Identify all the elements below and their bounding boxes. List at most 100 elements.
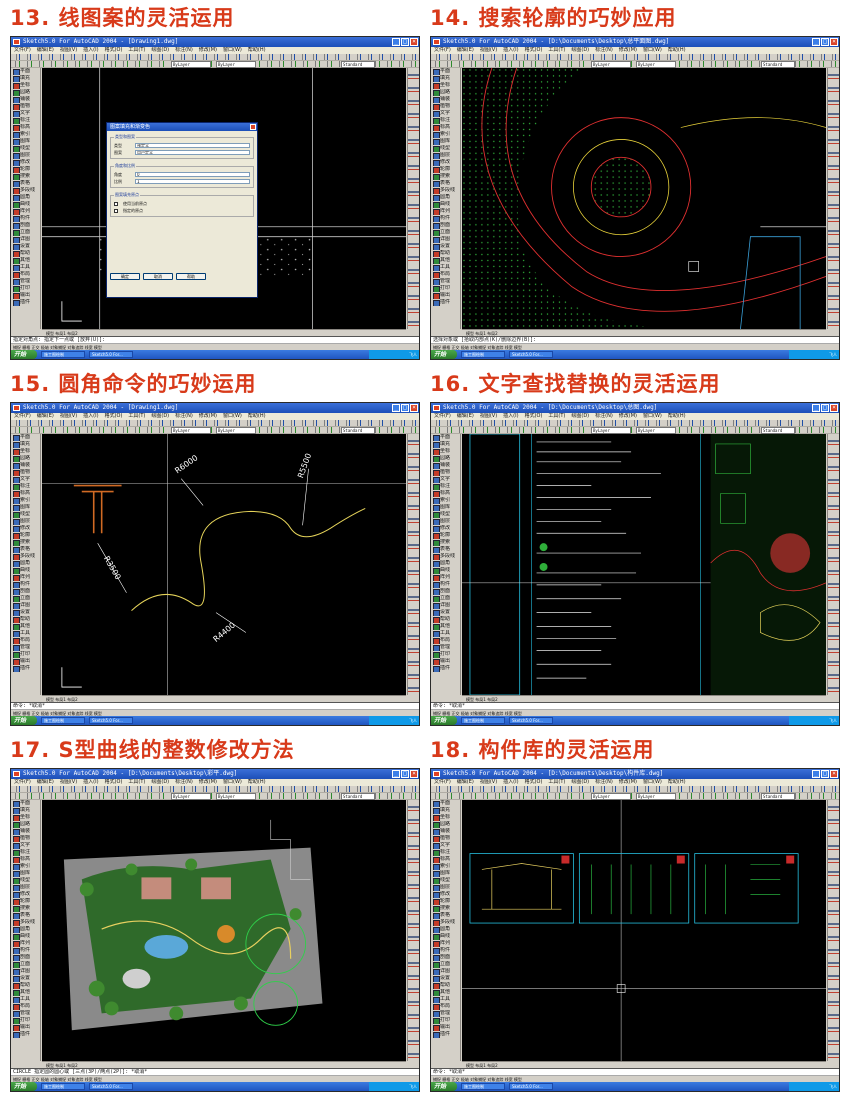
tool-panel-item[interactable]: 设置 (11, 975, 40, 982)
tool-panel-item[interactable]: 修改 (11, 525, 40, 532)
lineweight-combo[interactable]: ByLayer (636, 427, 676, 434)
taskbar-item[interactable]: 施工图绘制 (41, 351, 85, 358)
tool-panel-item[interactable]: 打印 (11, 651, 40, 658)
menu-item[interactable]: 绘图(D) (571, 413, 589, 419)
sketch-tool-panel[interactable]: 平面 填充 坐标 园路 铺装 植物 文字 标注 标高 索引 图库 线型 图层 修改 轮廓 搜索 表格 多段线 圆角曲… (431, 68, 461, 329)
command-line[interactable]: 命令: *取消* (431, 1068, 839, 1075)
tool-panel-item[interactable]: 标注 (11, 117, 40, 124)
tool-panel-item[interactable]: 坐标 (11, 82, 40, 89)
menu-item[interactable]: 绘图(D) (571, 779, 589, 785)
tool-panel-item[interactable]: 立面 (431, 961, 460, 968)
tool-panel-item[interactable]: 线型 (11, 877, 40, 884)
sketch-tool-panel[interactable]: 平面 填充 坐标 园路 铺装 植物 文字 标注 标高 索引 图库 线型 图层 修改 轮廓 搜索 表格 多段线 圆角曲… (431, 434, 461, 695)
tool-panel-item[interactable]: 帮助 (11, 250, 40, 257)
modify-toolbar[interactable] (407, 68, 419, 329)
minimize-icon[interactable]: _ (392, 770, 400, 778)
tool-panel-item[interactable]: 立面 (431, 595, 460, 602)
tool-panel-item[interactable]: 设置 (11, 243, 40, 250)
tool-panel-item[interactable]: 详图 (431, 602, 460, 609)
tool-panel-item[interactable]: 平面 (11, 434, 40, 441)
tool-panel-item[interactable]: 图库 (11, 870, 40, 877)
tool-panel-item[interactable]: 平面 (11, 800, 40, 807)
tool-panel-item[interactable]: 搜索 (431, 173, 460, 180)
maximize-icon[interactable]: □ (401, 404, 409, 412)
tool-panel-item[interactable]: 标注 (431, 117, 460, 124)
tool-panel-item[interactable]: 阵列 (431, 574, 460, 581)
tool-panel-item[interactable]: 其他 (431, 257, 460, 264)
pattern-select[interactable]: 用户定义 (135, 150, 250, 155)
menu-item[interactable]: 插入(I) (83, 47, 98, 53)
tool-panel-item[interactable]: 输出 (11, 1024, 40, 1031)
tool-panel-item[interactable]: 详图 (11, 968, 40, 975)
tool-panel-item[interactable]: 帮助 (431, 616, 460, 623)
tool-panel-item[interactable]: 轮廓 (431, 898, 460, 905)
tool-panel-item[interactable]: 索引 (431, 863, 460, 870)
tool-panel-item[interactable]: 表格 (11, 912, 40, 919)
tool-panel-item[interactable]: 园路 (431, 821, 460, 828)
tool-panel-item[interactable]: 详图 (431, 236, 460, 243)
tool-panel-item[interactable]: 构件 (431, 947, 460, 954)
tool-panel-item[interactable]: 构件 (11, 215, 40, 222)
tool-panel-item[interactable]: 坐标 (431, 814, 460, 821)
textstyle-combo[interactable]: Standard (341, 793, 375, 800)
tool-panel-item[interactable]: 其他 (11, 989, 40, 996)
tool-panel-item[interactable]: 文字 (11, 842, 40, 849)
modify-toolbar[interactable] (827, 434, 839, 695)
linetype-combo[interactable]: ByLayer (171, 793, 211, 800)
tool-panel-item[interactable]: 圆角 (431, 926, 460, 933)
tool-panel-item[interactable]: 曲线 (11, 567, 40, 574)
maximize-icon[interactable]: □ (401, 770, 409, 778)
menu-item[interactable]: 帮助(H) (668, 47, 686, 53)
tool-panel-item[interactable]: 填充 (11, 441, 40, 448)
tool-panel-item[interactable]: 剖面 (11, 588, 40, 595)
tool-panel-item[interactable]: 插件 (11, 1031, 40, 1038)
menu-item[interactable]: 标注(N) (175, 779, 193, 785)
tool-panel-item[interactable]: 布局 (431, 1003, 460, 1010)
start-button[interactable]: 开始 (431, 1082, 457, 1091)
tool-panel-item[interactable]: 多段线 (11, 187, 40, 194)
tool-panel-item[interactable]: 线型 (11, 511, 40, 518)
tool-panel-item[interactable]: 布局 (431, 637, 460, 644)
tool-panel-item[interactable]: 圆角 (11, 560, 40, 567)
start-button[interactable]: 开始 (431, 716, 457, 725)
command-line[interactable]: 指定对角点: 指定下一点或 [放弃(U)]: (11, 336, 419, 343)
minimize-icon[interactable]: _ (392, 38, 400, 46)
tool-panel-item[interactable]: 剖面 (431, 222, 460, 229)
angle-input[interactable]: 0 (135, 172, 250, 177)
tool-panel-item[interactable]: 坐标 (11, 448, 40, 455)
cancel-button[interactable]: 取消 (143, 273, 173, 280)
taskbar-item[interactable]: 施工图绘制 (41, 717, 85, 724)
tool-panel-item[interactable]: 铺装 (431, 96, 460, 103)
linetype-combo[interactable]: ByLayer (591, 61, 631, 68)
taskbar-item[interactable]: Sketch5.0 For... (89, 351, 133, 358)
menu-item[interactable]: 标注(N) (595, 47, 613, 53)
standard-toolbar[interactable] (11, 54, 419, 61)
tool-panel-item[interactable]: 文字 (11, 476, 40, 483)
type-select[interactable]: 预定义 (135, 143, 250, 148)
linetype-combo[interactable]: ByLayer (171, 427, 211, 434)
tool-panel-item[interactable]: 轮廓 (11, 898, 40, 905)
tool-panel-item[interactable]: 标高 (431, 490, 460, 497)
tool-panel-item[interactable]: 填充 (431, 441, 460, 448)
menu-item[interactable]: 插入(I) (503, 413, 518, 419)
tool-panel-item[interactable]: 铺装 (11, 96, 40, 103)
tool-panel-item[interactable]: 阵列 (11, 940, 40, 947)
modify-toolbar[interactable] (407, 800, 419, 1061)
taskbar-item[interactable]: 施工图绘制 (461, 717, 505, 724)
tool-panel-item[interactable]: 详图 (11, 602, 40, 609)
menu-item[interactable]: 文件(F) (14, 779, 31, 785)
tool-panel-item[interactable]: 文字 (431, 110, 460, 117)
standard-toolbar[interactable] (431, 54, 839, 61)
lineweight-combo[interactable]: ByLayer (636, 793, 676, 800)
menu-item[interactable]: 窗口(W) (223, 47, 242, 53)
tool-panel-item[interactable]: 插件 (11, 665, 40, 672)
tool-panel-item[interactable]: 管理 (431, 278, 460, 285)
tool-panel-item[interactable]: 标注 (11, 849, 40, 856)
dialog-close-icon[interactable] (250, 124, 256, 130)
sketch-tool-panel[interactable]: 平面 填充 坐标 园路 铺装 植物 文字 标注 标高 索引 图库 线型 图层 修改 轮廓 搜索 表格 多段线 圆角曲… (11, 68, 41, 329)
tool-panel-item[interactable]: 曲线 (431, 567, 460, 574)
menu-item[interactable]: 文件(F) (14, 413, 31, 419)
layout-tabs[interactable]: 模型 布局1 布局2 (462, 329, 826, 336)
textstyle-combo[interactable]: Standard (341, 61, 375, 68)
tool-panel-item[interactable]: 插件 (11, 299, 40, 306)
